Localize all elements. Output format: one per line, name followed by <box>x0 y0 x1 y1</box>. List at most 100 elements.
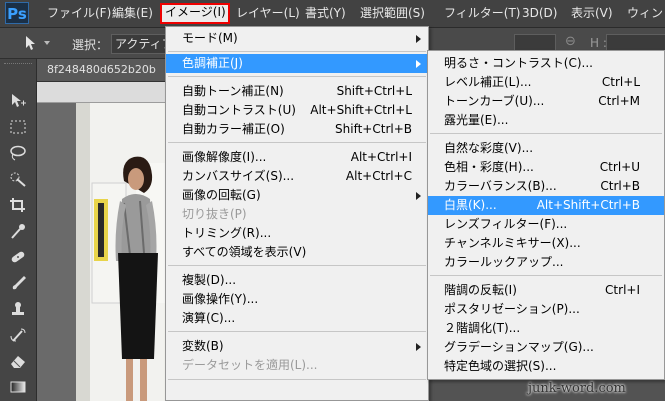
menu-separator <box>430 133 662 134</box>
menu-item-label: 特定色域の選択(S)... <box>444 359 557 373</box>
menu-item-levels[interactable]: レベル補正(L)... Ctrl+L <box>428 73 664 92</box>
menu-item-label: カンバスサイズ(S)... <box>182 169 295 183</box>
menu-item-shortcut: Alt+Ctrl+C <box>345 169 412 183</box>
menu-item-image-rotation[interactable]: 画像の回転(G) <box>166 186 428 205</box>
menu-item-shortcut: Ctrl+M <box>598 94 640 108</box>
tools-panel <box>0 59 37 401</box>
menu-item-vibrance[interactable]: 自然な彩度(V)... <box>428 139 664 158</box>
adjustments-submenu: 明るさ・コントラスト(C)... レベル補正(L)... Ctrl+L トーンカ… <box>427 50 665 380</box>
menu-item-label: 切り抜き(P) <box>182 207 247 221</box>
menu-item-exposure[interactable]: 露光量(E)... <box>428 111 664 130</box>
canvas-pasteboard <box>37 103 76 401</box>
menu-item-color-lookup[interactable]: カラールックアップ... <box>428 253 664 272</box>
crop-tool-icon[interactable] <box>9 197 27 213</box>
menu-item-label: レンズフィルター(F)... <box>444 217 568 231</box>
submenu-arrow-icon <box>416 60 421 68</box>
brush-tool-icon[interactable] <box>9 275 27 291</box>
menu-item-canvas-size[interactable]: カンバスサイズ(S)... Alt+Ctrl+C <box>166 167 428 186</box>
menu-item-hue-saturation[interactable]: 色相・彩度(H)... Ctrl+U <box>428 158 664 177</box>
menu-item-label: トーンカーブ(U)... <box>444 94 545 108</box>
height-label: H : <box>590 36 607 50</box>
tool-preset-chevron-icon[interactable] <box>44 41 50 45</box>
menu-item-shortcut: Alt+Shift+Ctrl+B <box>536 198 640 212</box>
menu-3d[interactable]: 3D(D) <box>519 4 560 23</box>
menu-item-selective-color[interactable]: 特定色域の選択(S)... <box>428 357 664 376</box>
move-tool-icon[interactable] <box>24 35 38 51</box>
document-canvas[interactable] <box>76 103 165 401</box>
menu-item-calculations[interactable]: 演算(C)... <box>166 309 428 328</box>
menu-item-label: カラールックアップ... <box>444 255 564 269</box>
menu-item-color-balance[interactable]: カラーバランス(B)... Ctrl+B <box>428 177 664 196</box>
panel-grip[interactable] <box>4 63 32 68</box>
menu-file[interactable]: ファイル(F) <box>44 4 114 23</box>
menu-item-auto-color[interactable]: 自動カラー補正(O) Shift+Ctrl+B <box>166 120 428 139</box>
menu-item-label: 白黒(K)... <box>444 198 497 212</box>
menu-item-adjustments[interactable]: 色調補正(J) <box>166 54 428 73</box>
select-dropdown[interactable]: アクティブ <box>111 34 171 54</box>
menu-item-mode[interactable]: モード(M) <box>166 29 428 48</box>
menu-item-trim[interactable]: トリミング(R)... <box>166 224 428 243</box>
watermark-text: junk-word.com <box>528 381 626 396</box>
menu-window[interactable]: ウィンドウ <box>624 4 665 23</box>
menu-image[interactable]: イメージ(I) <box>160 3 230 24</box>
menubar: Ps ファイル(F) 編集(E) イメージ(I) レイヤー(L) 書式(Y) 選… <box>0 0 665 28</box>
menu-item-apply-image[interactable]: 画像操作(Y)... <box>166 290 428 309</box>
menu-item-brightness-contrast[interactable]: 明るさ・コントラスト(C)... <box>428 54 664 73</box>
healing-brush-tool-icon[interactable] <box>9 249 27 265</box>
menu-item-label: モード(M) <box>182 31 238 45</box>
menu-item-posterize[interactable]: ポスタリゼーション(P)... <box>428 300 664 319</box>
menu-item-label: レベル補正(L)... <box>444 75 532 89</box>
menu-item-label: チャンネルミキサー(X)... <box>444 236 581 250</box>
menu-item-label: 画像の回転(G) <box>182 188 261 202</box>
menu-type[interactable]: 書式(Y) <box>302 4 349 23</box>
menu-item-channel-mixer[interactable]: チャンネルミキサー(X)... <box>428 234 664 253</box>
menu-item-label: 自動カラー補正(O) <box>182 122 285 136</box>
photoshop-logo: Ps <box>5 2 29 24</box>
link-icon[interactable]: ⊖ <box>565 35 581 48</box>
menu-view[interactable]: 表示(V) <box>568 4 616 23</box>
menu-item-shortcut: Alt+Shift+Ctrl+L <box>310 103 412 117</box>
quick-selection-tool-icon[interactable] <box>9 171 27 187</box>
eraser-tool-icon[interactable] <box>9 353 27 369</box>
history-brush-tool-icon[interactable] <box>9 327 27 343</box>
lasso-tool-icon[interactable] <box>9 145 27 161</box>
menu-item-shortcut: Alt+Ctrl+I <box>350 150 412 164</box>
menu-item-label: 自動トーン補正(N) <box>182 84 284 98</box>
menu-item-threshold[interactable]: ２階調化(T)... <box>428 319 664 338</box>
menu-separator <box>168 76 426 77</box>
document-tab[interactable]: 8f248480d652b20b <box>37 59 165 82</box>
menu-item-variables[interactable]: 変数(B) <box>166 337 428 356</box>
menu-item-label: 演算(C)... <box>182 311 236 325</box>
menu-item-shortcut: Ctrl+U <box>599 160 640 174</box>
menu-item-reveal-all[interactable]: すべての領域を表示(V) <box>166 243 428 262</box>
move-tool-icon[interactable] <box>9 93 27 109</box>
menu-item-image-size[interactable]: 画像解像度(I)... Alt+Ctrl+I <box>166 148 428 167</box>
eyedropper-tool-icon[interactable] <box>9 223 27 239</box>
menu-item-black-white[interactable]: 白黒(K)... Alt+Shift+Ctrl+B <box>428 196 664 215</box>
marquee-tool-icon[interactable] <box>9 119 27 135</box>
menu-item-auto-contrast[interactable]: 自動コントラスト(U) Alt+Shift+Ctrl+L <box>166 101 428 120</box>
menu-item-auto-tone[interactable]: 自動トーン補正(N) Shift+Ctrl+L <box>166 82 428 101</box>
clone-stamp-tool-icon[interactable] <box>9 301 27 317</box>
menu-item-label: ２階調化(T)... <box>444 321 521 335</box>
menu-edit[interactable]: 編集(E) <box>109 4 156 23</box>
menu-item-curves[interactable]: トーンカーブ(U)... Ctrl+M <box>428 92 664 111</box>
document-tab-title: 8f248480d652b20b <box>47 63 156 76</box>
menu-item-photo-filter[interactable]: レンズフィルター(F)... <box>428 215 664 234</box>
menu-item-invert[interactable]: 階調の反転(I) Ctrl+I <box>428 281 664 300</box>
gradient-tool-icon[interactable] <box>9 379 27 395</box>
menu-separator <box>168 142 426 143</box>
menu-item-label: ポスタリゼーション(P)... <box>444 302 580 316</box>
menu-item-label: 自動コントラスト(U) <box>182 103 296 117</box>
menu-item-label: 自然な彩度(V)... <box>444 141 534 155</box>
menu-filter[interactable]: フィルター(T) <box>441 4 523 23</box>
menu-separator <box>168 379 426 380</box>
menu-layer[interactable]: レイヤー(L) <box>233 4 303 23</box>
horizontal-ruler <box>37 82 165 103</box>
submenu-arrow-icon <box>416 192 421 200</box>
menu-item-label: 複製(D)... <box>182 273 237 287</box>
menu-item-duplicate[interactable]: 複製(D)... <box>166 271 428 290</box>
menu-separator <box>430 275 662 276</box>
menu-item-gradient-map[interactable]: グラデーションマップ(G)... <box>428 338 664 357</box>
menu-select[interactable]: 選択範囲(S) <box>357 4 428 23</box>
